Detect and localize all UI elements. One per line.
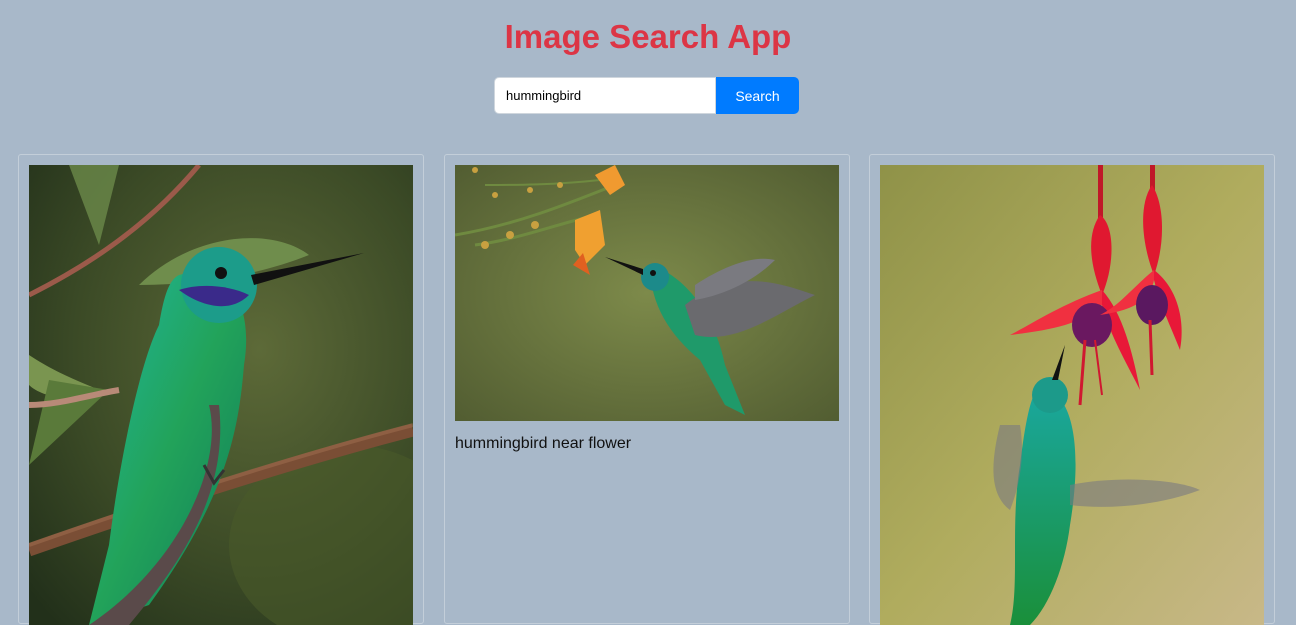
page-title: Image Search App	[504, 18, 792, 55]
result-caption: hummingbird near flower	[455, 435, 632, 452]
search-input[interactable]	[494, 77, 716, 114]
hummingbird-on-branch-photo	[29, 165, 413, 625]
result-image[interactable]	[29, 165, 413, 625]
search-button[interactable]: Search	[716, 77, 799, 114]
result-card[interactable]: hummingbird near flower	[444, 154, 850, 624]
hummingbird-near-flower-photo	[455, 165, 839, 421]
result-image[interactable]	[880, 165, 1264, 625]
hummingbird-feeding-fuchsia-photo	[880, 165, 1264, 625]
result-image[interactable]	[455, 165, 839, 421]
search-bar: Search	[494, 77, 799, 114]
result-card[interactable]	[869, 154, 1275, 625]
result-card[interactable]	[18, 154, 424, 625]
